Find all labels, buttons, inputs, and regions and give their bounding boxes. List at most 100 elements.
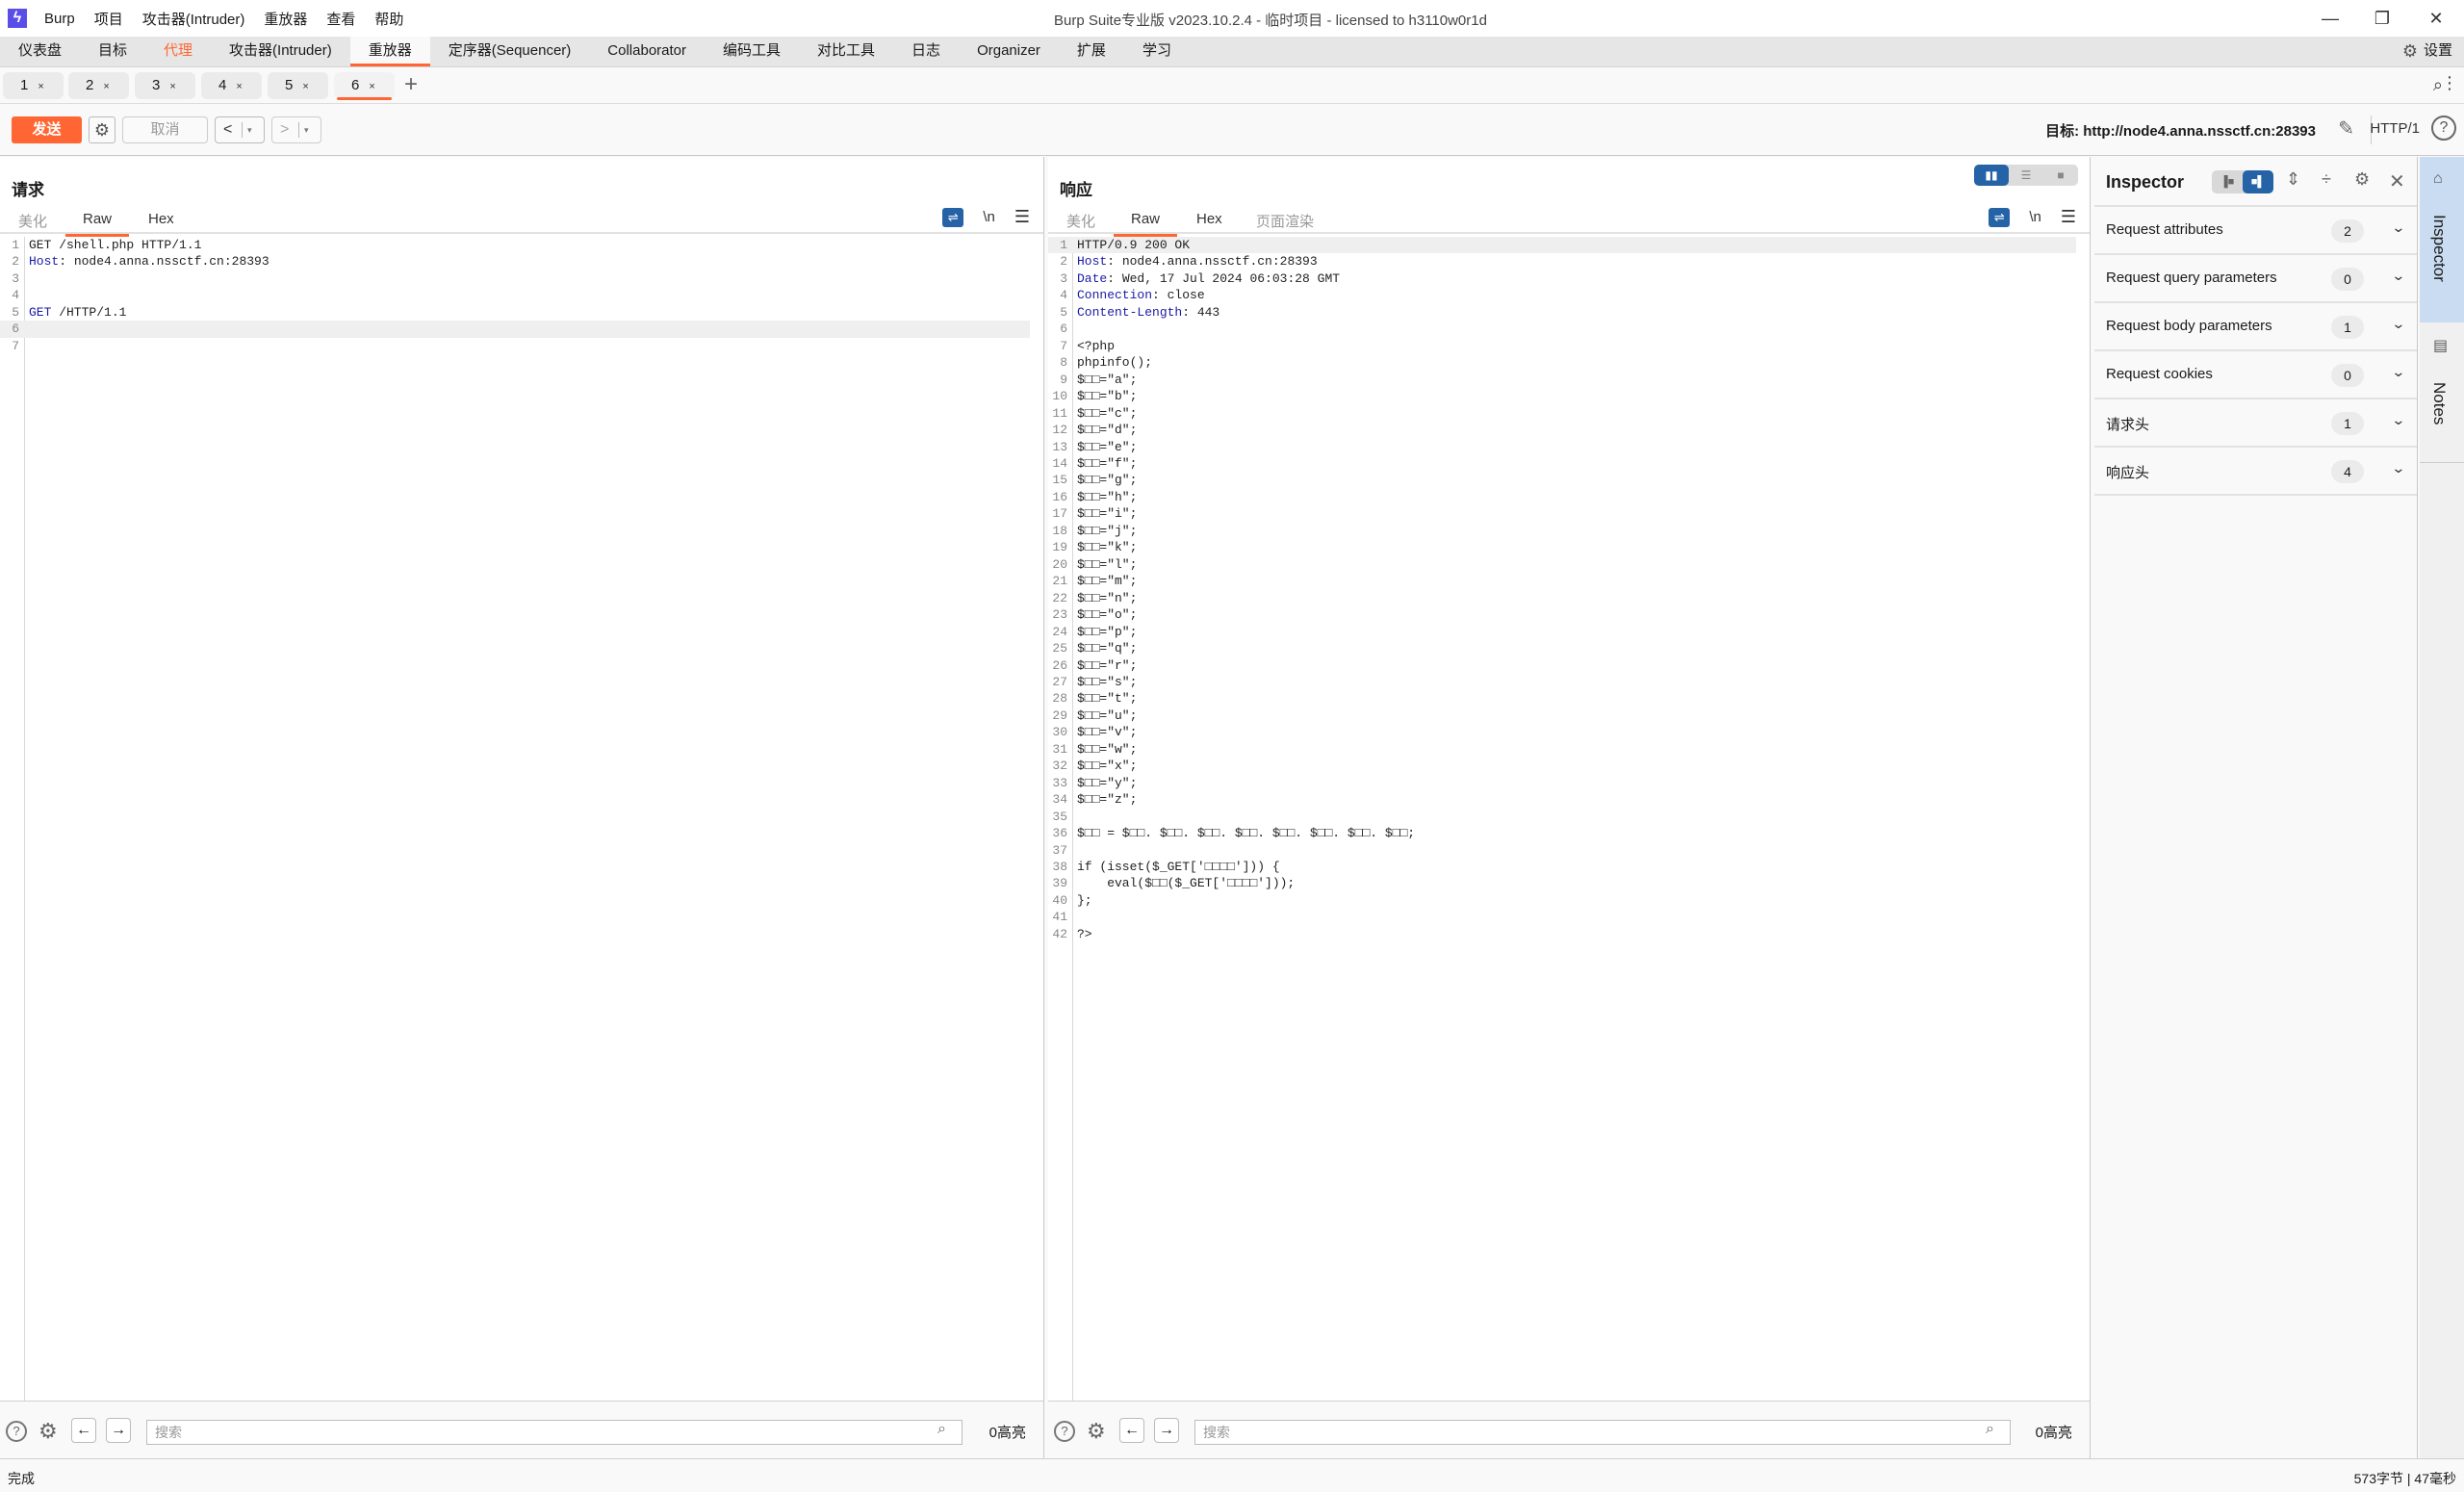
- code-line[interactable]: 38 if (isset($_GET['□□□□'])) {: [1048, 859, 2076, 875]
- help-icon[interactable]: ?: [2431, 116, 2456, 141]
- inspector-section-body-parameters[interactable]: Request body parameters 1 ⌄: [2094, 303, 2417, 351]
- menu-icon[interactable]: ☰: [1014, 207, 1030, 227]
- code-line[interactable]: 33 $□□="y";: [1048, 775, 2076, 791]
- code-line[interactable]: 19 $□□="k";: [1048, 539, 2076, 555]
- tabbed-layout-icon[interactable]: ■: [2043, 165, 2078, 186]
- menu-project[interactable]: 项目: [94, 9, 123, 29]
- code-line[interactable]: 28 $□□="t";: [1048, 690, 2076, 707]
- code-line[interactable]: 13 $□□="e";: [1048, 439, 2076, 455]
- repeater-tab-4[interactable]: 4 ×: [201, 72, 262, 99]
- next-match-button[interactable]: →: [106, 1418, 131, 1443]
- code-line[interactable]: 24 $□□="p";: [1048, 624, 2076, 640]
- code-line[interactable]: 4: [0, 287, 1030, 303]
- repeater-tab-1[interactable]: 1 ×: [3, 72, 64, 99]
- code-line[interactable]: 18 $□□="j";: [1048, 523, 2076, 539]
- code-line[interactable]: 20 $□□="l";: [1048, 556, 2076, 573]
- code-line[interactable]: 27 $□□="s";: [1048, 674, 2076, 690]
- code-line[interactable]: 22 $□□="n";: [1048, 590, 2076, 606]
- request-editor[interactable]: 1 GET /shell.php HTTP/1.1 2 Host: node4.ann…: [0, 237, 1043, 1401]
- chevron-down-icon[interactable]: ⌄: [2391, 219, 2405, 236]
- close-tab-icon[interactable]: ×: [302, 81, 308, 92]
- inspector-section-query-parameters[interactable]: Request query parameters 0 ⌄: [2094, 255, 2417, 303]
- tab-hex[interactable]: Hex: [148, 211, 174, 227]
- code-line[interactable]: 17 $□□="i";: [1048, 505, 2076, 522]
- code-line[interactable]: 41: [1048, 909, 2076, 925]
- gear-icon[interactable]: ⚙: [38, 1419, 58, 1444]
- code-line[interactable]: 26 $□□="r";: [1048, 657, 2076, 674]
- code-line[interactable]: 7: [0, 338, 1030, 354]
- edit-target-icon[interactable]: ✎: [2338, 116, 2354, 141]
- menu-burp[interactable]: Burp: [44, 11, 75, 27]
- code-line[interactable]: 2 Host: node4.anna.nssctf.cn:28393: [1048, 253, 2076, 270]
- code-line[interactable]: 3: [0, 270, 1030, 287]
- menu-help[interactable]: 帮助: [374, 9, 403, 29]
- minimize-button[interactable]: —: [2304, 0, 2356, 37]
- code-line[interactable]: 1 GET /shell.php HTTP/1.1: [0, 237, 1030, 253]
- previous-match-button[interactable]: ←: [1119, 1418, 1144, 1443]
- expand-all-icon[interactable]: ⇕: [2286, 169, 2300, 190]
- code-line[interactable]: 15 $□□="g";: [1048, 472, 2076, 488]
- code-line[interactable]: 4 Connection: close: [1048, 287, 2076, 303]
- close-tab-icon[interactable]: ×: [369, 81, 374, 92]
- sidebar-tab-inspector[interactable]: ⌂ Inspector: [2420, 157, 2464, 322]
- code-line[interactable]: 9 $□□="a";: [1048, 372, 2076, 388]
- code-line[interactable]: 6: [0, 321, 1030, 338]
- inspector-section-cookies[interactable]: Request cookies 0 ⌄: [2094, 351, 2417, 399]
- tab-pretty[interactable]: 美化: [1066, 211, 1095, 231]
- settings-button[interactable]: ⚙ 设置: [2402, 37, 2452, 65]
- inspector-section-request-headers[interactable]: 请求头 1 ⌄: [2094, 399, 2417, 448]
- menu-icon[interactable]: ☰: [2061, 207, 2076, 227]
- dropdown-arrow-icon[interactable]: ▾: [304, 117, 309, 142]
- http-version-selector[interactable]: HTTP/1: [2370, 120, 2420, 137]
- previous-match-button[interactable]: ←: [71, 1418, 96, 1443]
- tab-extensions[interactable]: 扩展: [1059, 37, 1124, 66]
- sidebar-tab-notes[interactable]: ▤ Notes: [2420, 322, 2464, 463]
- tab-intruder[interactable]: 攻击器(Intruder): [211, 37, 350, 66]
- tab-hex[interactable]: Hex: [1196, 211, 1222, 227]
- chevron-down-icon[interactable]: ⌄: [2391, 316, 2405, 332]
- send-button[interactable]: 发送: [12, 116, 82, 143]
- tab-raw[interactable]: Raw: [1113, 211, 1178, 237]
- response-editor[interactable]: 1 HTTP/0.9 200 OK 2 Host: node4.anna.nssctf…: [1048, 237, 2090, 1401]
- word-wrap-icon[interactable]: ⇌: [942, 207, 964, 227]
- code-line[interactable]: 12 $□□="d";: [1048, 422, 2076, 438]
- help-icon[interactable]: ?: [1054, 1421, 1075, 1442]
- history-back-button[interactable]: < ▾: [215, 116, 265, 143]
- tab-dashboard[interactable]: 仪表盘: [0, 37, 80, 66]
- code-line[interactable]: 14 $□□="f";: [1048, 455, 2076, 472]
- code-line[interactable]: 2 Host: node4.anna.nssctf.cn:28393: [0, 253, 1030, 270]
- tab-organizer[interactable]: Organizer: [959, 37, 1059, 66]
- chevron-down-icon[interactable]: ⌄: [2391, 364, 2405, 380]
- inspector-section-request-attributes[interactable]: Request attributes 2 ⌄: [2094, 207, 2417, 255]
- code-line[interactable]: 21 $□□="m";: [1048, 573, 2076, 589]
- close-tab-icon[interactable]: ×: [236, 81, 242, 92]
- close-window-button[interactable]: ✕: [2410, 0, 2462, 37]
- repeater-tab-3[interactable]: 3 ×: [135, 72, 195, 99]
- tab-sequencer[interactable]: 定序器(Sequencer): [430, 37, 590, 66]
- code-line[interactable]: 5 GET /HTTP/1.1: [0, 304, 1030, 321]
- code-line[interactable]: 8 phpinfo();: [1048, 354, 2076, 371]
- code-line[interactable]: 39 eval($□□($_GET['□□□□']));: [1048, 875, 2076, 891]
- tab-raw[interactable]: Raw: [64, 211, 130, 237]
- close-tab-icon[interactable]: ×: [103, 81, 109, 92]
- layout-right-icon[interactable]: ■▌: [2243, 170, 2273, 193]
- code-line[interactable]: 16 $□□="h";: [1048, 489, 2076, 505]
- code-line[interactable]: 23 $□□="o";: [1048, 606, 2076, 623]
- chevron-down-icon[interactable]: ⌄: [2391, 268, 2405, 284]
- chevron-down-icon[interactable]: ⌄: [2391, 412, 2405, 428]
- code-line[interactable]: 35: [1048, 809, 2076, 825]
- tab-target[interactable]: 目标: [80, 37, 145, 66]
- code-line[interactable]: 31 $□□="w";: [1048, 741, 2076, 758]
- inspector-section-response-headers[interactable]: 响应头 4 ⌄: [2094, 448, 2417, 496]
- code-line[interactable]: 6: [1048, 321, 2076, 337]
- code-line[interactable]: 34 $□□="z";: [1048, 791, 2076, 808]
- code-line[interactable]: 29 $□□="u";: [1048, 707, 2076, 724]
- code-line[interactable]: 7 <?php: [1048, 338, 2076, 354]
- tab-render[interactable]: 页面渲染: [1256, 211, 1314, 231]
- close-icon[interactable]: ✕: [2389, 169, 2405, 193]
- tab-logger[interactable]: 日志: [893, 37, 959, 66]
- repeater-tab-5[interactable]: 5 ×: [268, 72, 328, 99]
- close-tab-icon[interactable]: ×: [38, 81, 43, 92]
- cancel-button[interactable]: 取消: [122, 116, 208, 143]
- show-newlines-icon[interactable]: \n: [983, 209, 995, 225]
